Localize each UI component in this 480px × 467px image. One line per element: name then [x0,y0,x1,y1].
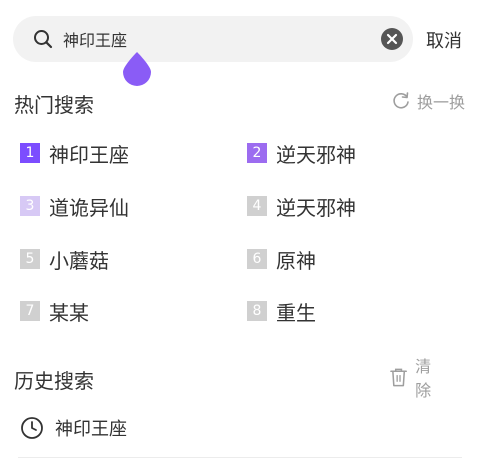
hot-item-2[interactable]: 2 逆天邪神 [247,140,356,167]
divider [18,457,462,458]
hot-item-8[interactable]: 8 重生 [247,298,316,325]
cancel-button[interactable]: 取消 [426,27,462,53]
hot-item-label: 小蘑菇 [49,248,109,273]
clear-history-label: 清除 [415,357,450,400]
hot-item-label: 逆天邪神 [276,142,356,167]
clock-icon [21,417,43,439]
hot-item-6[interactable]: 6 原神 [247,246,316,273]
refresh-button[interactable]: 换一换 [391,89,465,113]
search-icon [34,30,53,49]
hot-item-label: 重生 [276,300,316,325]
rank-badge: 5 [20,249,40,269]
rank-badge: 1 [20,143,40,163]
hot-item-label: 逆天邪神 [276,195,356,220]
refresh-label: 换一换 [417,93,466,112]
history-search-title: 历史搜索 [14,369,94,393]
text-cursor-handle-icon[interactable] [123,52,151,86]
search-bar [13,16,413,62]
hot-item-3[interactable]: 3 道诡异仙 [20,193,129,220]
hot-item-5[interactable]: 5 小蘑菇 [20,246,109,273]
search-input[interactable] [63,16,373,62]
rank-badge: 8 [247,301,267,321]
hot-item-label: 神印王座 [49,142,129,167]
rank-badge: 2 [247,143,267,163]
rank-badge: 3 [20,196,40,216]
rank-badge: 4 [247,196,267,216]
clear-input-button[interactable] [381,28,403,50]
history-item-label: 神印王座 [55,419,127,440]
rank-badge: 7 [20,301,40,321]
history-item[interactable]: 神印王座 [20,414,127,442]
hot-item-label: 道诡异仙 [49,195,129,220]
hot-item-4[interactable]: 4 逆天邪神 [247,193,356,220]
hot-item-1[interactable]: 1 神印王座 [20,140,129,167]
hot-search-title: 热门搜索 [14,93,94,117]
rank-badge: 6 [247,249,267,269]
refresh-icon [393,92,409,109]
hot-item-label: 原神 [276,248,316,273]
hot-item-label: 某某 [49,300,89,325]
clear-history-button[interactable]: 清除 [390,357,480,400]
hot-item-7[interactable]: 7 某某 [20,298,89,325]
trash-icon [390,368,407,387]
close-icon [386,33,398,45]
